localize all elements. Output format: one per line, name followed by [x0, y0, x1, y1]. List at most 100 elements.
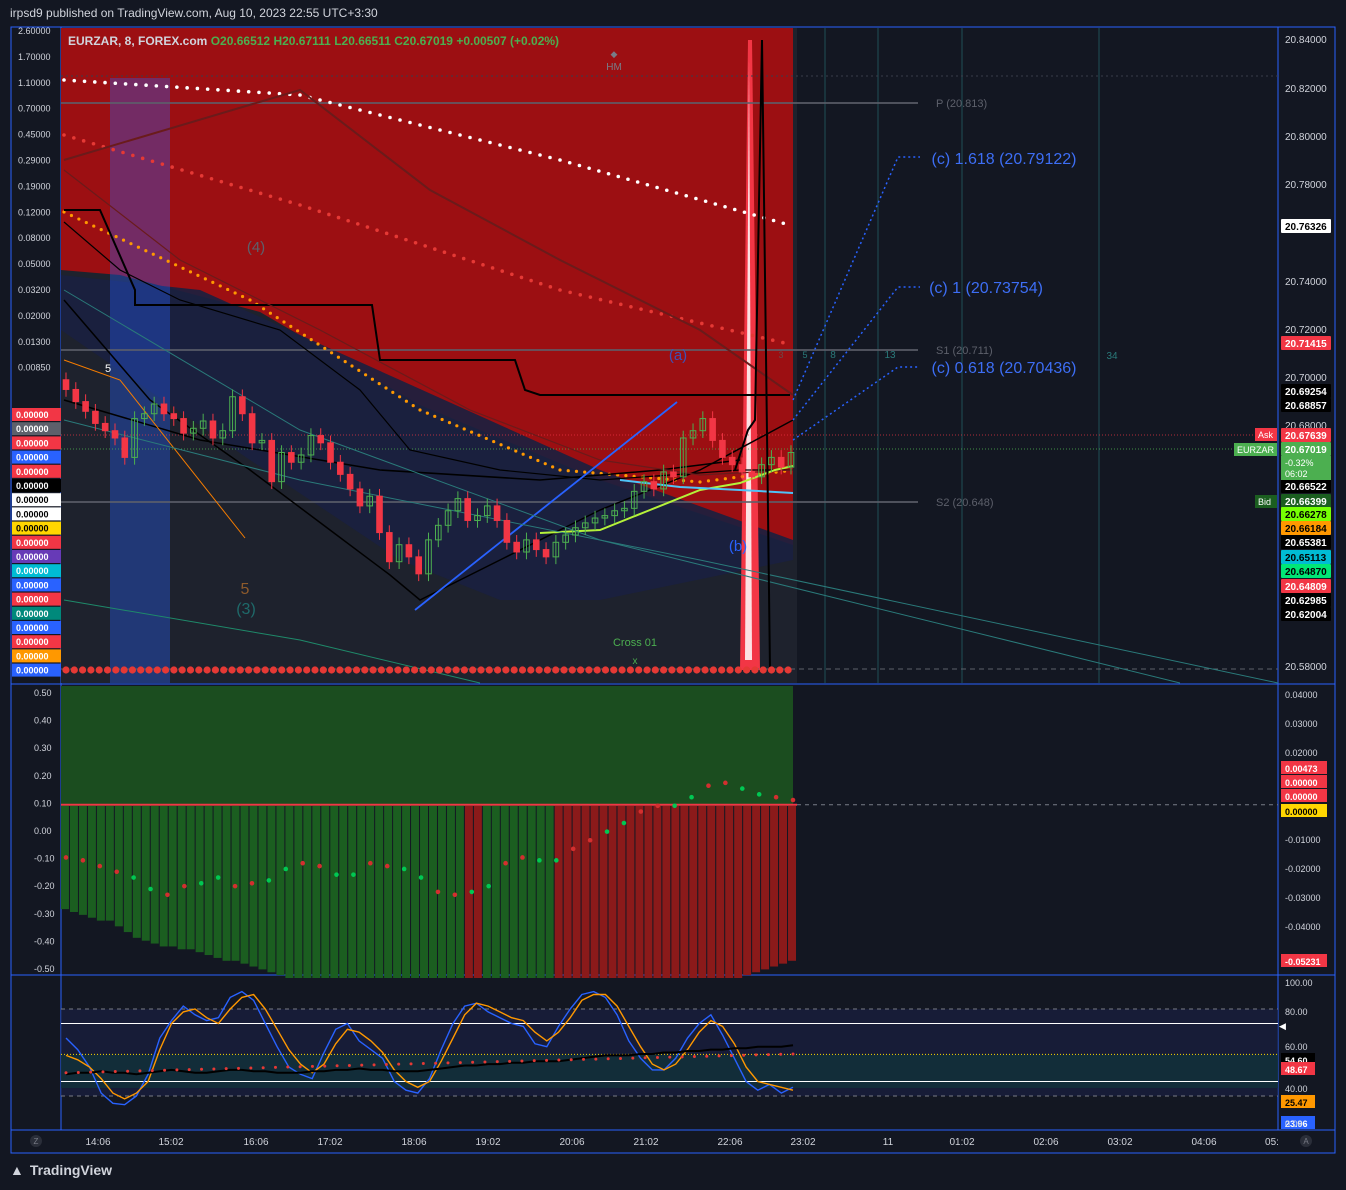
- signal-dot: [552, 666, 560, 674]
- signal-dot: [62, 666, 70, 674]
- dot: [298, 93, 302, 97]
- osc-signal-dot: [754, 1053, 758, 1057]
- osc-signal-dot: [101, 1070, 105, 1074]
- dot: [508, 145, 512, 150]
- dot: [408, 120, 412, 125]
- dot: [635, 180, 640, 184]
- histogram-bar: [321, 805, 330, 978]
- signal-dot: [203, 666, 211, 674]
- osc-signal-dot: [705, 1054, 709, 1058]
- dot: [343, 360, 347, 364]
- hist-right-tick: -0.02000: [1285, 864, 1321, 874]
- footer-brand[interactable]: ▲ TradingView: [10, 1162, 112, 1178]
- left-badge-value: 0.00000: [16, 552, 49, 562]
- osc-signal-dot: [643, 1056, 647, 1060]
- signal-dot: [784, 666, 792, 674]
- dot: [394, 234, 399, 239]
- dot: [490, 266, 495, 270]
- dot: [330, 351, 334, 355]
- price-badge-value: 20.65381: [1285, 538, 1327, 549]
- histogram-bar: [222, 805, 231, 961]
- fib-target-label: (c) 1.618 (20.79122): [932, 151, 1077, 168]
- histogram-bar: [680, 805, 689, 978]
- histogram-bar: [554, 805, 563, 978]
- osc-signal-dot: [323, 1064, 327, 1068]
- price-badge-value: 20.62985: [1285, 596, 1327, 607]
- signal-dot: [739, 786, 745, 791]
- hist-badge-value: 0.00473: [1285, 764, 1318, 774]
- dot: [404, 237, 408, 242]
- left-badge-value: 0.00000: [16, 623, 49, 633]
- dot: [288, 200, 292, 204]
- hist-badge-value: 0.00000: [1285, 778, 1318, 788]
- bar-countdown: 06:02: [1285, 469, 1308, 479]
- osc-signal-dot: [113, 1070, 117, 1074]
- dot: [618, 302, 623, 307]
- candle-down: [386, 532, 393, 563]
- left-scale-tick: 0.02000: [18, 311, 51, 321]
- histogram-bar: [339, 805, 348, 978]
- dot: [174, 263, 178, 267]
- dot: [282, 320, 286, 324]
- signal-dot: [334, 872, 339, 877]
- left-badge-value: 0.00000: [16, 651, 49, 661]
- hist-right-tick: -0.01000: [1285, 835, 1321, 845]
- dot: [529, 278, 533, 283]
- price-tick: 20.78000: [1285, 180, 1327, 191]
- dot: [538, 153, 542, 157]
- signal-dot: [776, 666, 784, 674]
- hist-left-tick: 0.30: [34, 743, 52, 753]
- histogram-bar: [716, 805, 725, 978]
- dot: [770, 338, 775, 343]
- dot: [336, 355, 340, 359]
- osc-signal-dot: [582, 1057, 586, 1061]
- dot: [92, 80, 97, 84]
- candle-down: [513, 541, 520, 553]
- dot: [258, 191, 263, 196]
- svg-text:Z: Z: [34, 1137, 39, 1146]
- osc-signal-dot: [397, 1062, 401, 1066]
- dot: [350, 364, 354, 368]
- dot: [781, 221, 786, 226]
- candle-down: [111, 430, 119, 439]
- candle-down: [82, 401, 89, 412]
- signal-dot: [587, 837, 593, 843]
- candle-down: [464, 498, 471, 521]
- signal-dot: [638, 809, 644, 814]
- chart-canvas[interactable]: P (20.813) S1 (20.711) S2 (20.648) 5 (4) 5 (3…: [0, 0, 1346, 1190]
- signal-dot: [604, 829, 610, 834]
- dot: [448, 130, 452, 135]
- histogram-bar: [689, 805, 698, 978]
- signal-dot: [693, 666, 701, 674]
- candle-down: [248, 413, 256, 444]
- dot: [338, 103, 342, 107]
- fib-target-label: (c) 0.618 (20.70436): [932, 360, 1077, 377]
- left-badge-value: 0.00000: [16, 495, 49, 505]
- histogram-bar: [69, 805, 78, 912]
- time-tick: 01:02: [949, 1137, 974, 1148]
- dot: [318, 98, 322, 102]
- signal-dot: [97, 863, 103, 869]
- signal-dot: [145, 666, 153, 674]
- signal-dot: [261, 666, 269, 674]
- dot: [588, 295, 593, 299]
- dot: [170, 165, 174, 169]
- hist-left-tick: -0.20: [34, 881, 55, 891]
- hist-badge-value: -0.05231: [1285, 957, 1321, 967]
- signal-dot: [211, 666, 219, 674]
- price-badge-value: 20.69254: [1285, 387, 1327, 398]
- dot: [492, 439, 496, 444]
- signal-dot: [317, 863, 322, 869]
- signal-dot: [182, 883, 187, 889]
- dot: [209, 176, 214, 181]
- legend-open: O20.66512: [210, 34, 271, 48]
- tradingview-logo-icon: ▲: [10, 1162, 24, 1178]
- dot: [514, 449, 518, 453]
- dot: [72, 136, 76, 140]
- dot: [694, 196, 698, 201]
- dot: [136, 245, 140, 249]
- fib-time-label: 13: [884, 350, 896, 361]
- osc-signal-dot: [508, 1059, 512, 1063]
- left-scale-tick: 0.00850: [18, 363, 51, 373]
- hist-right-tick: -0.03000: [1285, 893, 1321, 903]
